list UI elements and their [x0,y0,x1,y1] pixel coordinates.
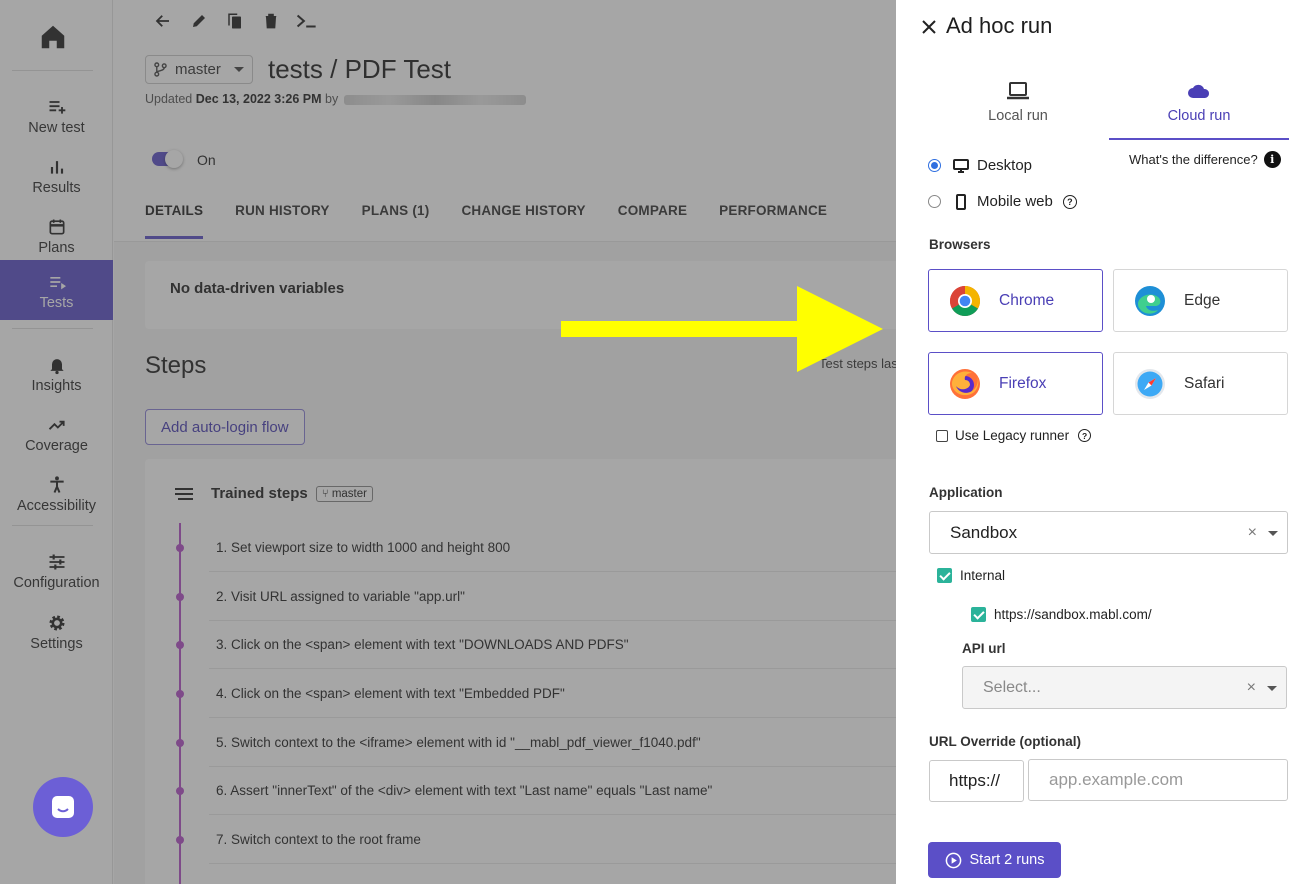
ad-hoc-run-panel: Ad hoc run Local run Cloud run What's th… [896,0,1314,884]
url-override-label: URL Override (optional) [929,734,1082,749]
close-icon[interactable] [920,18,938,36]
internal-url-checkbox[interactable] [971,607,986,622]
radio-mobile-web[interactable]: Mobile web ? [928,193,1077,210]
browser-label: Firefox [999,374,1047,392]
api-url-placeholder: Select... [983,678,1041,696]
tab-local-run[interactable]: Local run [928,80,1108,140]
internal-url-option[interactable]: https://sandbox.mabl.com/ [971,607,1152,622]
legacy-runner-checkbox[interactable] [936,429,948,442]
internal-checkbox[interactable] [937,568,952,583]
url-override-input[interactable]: app.example.com [1028,759,1288,801]
browser-label: Safari [1184,374,1225,392]
cloud-icon [1188,84,1210,98]
chrome-icon [949,285,981,316]
laptop-icon [1007,82,1029,100]
api-url-label: API url [962,641,1006,656]
browser-safari[interactable]: Safari [1113,352,1288,415]
chevron-down-icon [1268,531,1278,536]
chat-launcher-button[interactable] [33,777,93,837]
mobile-icon [956,193,966,210]
internal-option[interactable]: Internal [937,568,1005,583]
legacy-runner-option[interactable]: Use Legacy runner ? [936,428,1092,443]
play-circle-icon [945,852,961,868]
internal-url-label: https://sandbox.mabl.com/ [994,607,1152,622]
difference-text: What's the difference? [1129,152,1258,167]
desktop-icon [953,158,969,173]
legacy-runner-label: Use Legacy runner [955,428,1070,443]
start-runs-label: Start 2 runs [969,852,1045,868]
url-protocol-select[interactable]: https:// [929,760,1024,802]
clear-icon[interactable]: × [1248,524,1257,542]
application-select[interactable]: Sandbox × [929,511,1288,554]
browser-label: Chrome [999,291,1055,309]
help-icon[interactable]: ? [1062,194,1077,209]
application-label: Application [929,485,1003,500]
radio-desktop[interactable]: Desktop [928,157,1032,174]
whats-the-difference-link[interactable]: What's the difference? i [1129,151,1281,168]
browser-firefox[interactable]: Firefox [928,352,1103,415]
chat-icon [52,796,74,818]
radio-label: Mobile web [977,193,1053,210]
help-icon[interactable]: ? [1078,429,1092,442]
tab-label: Cloud run [1167,108,1231,124]
browser-chrome[interactable]: Chrome [928,269,1103,332]
start-runs-button[interactable]: Start 2 runs [928,842,1061,878]
firefox-icon [950,368,980,399]
panel-title: Ad hoc run [946,13,1053,38]
chevron-down-icon [1267,686,1277,691]
radio-label: Desktop [977,157,1033,174]
browser-edge[interactable]: Edge [1113,269,1288,332]
annotation-arrow-icon [561,286,883,372]
info-icon: i [1263,151,1281,168]
browser-label: Edge [1184,291,1221,309]
application-value: Sandbox [950,522,1018,542]
tab-cloud-run[interactable]: Cloud run [1109,80,1289,140]
radio-button[interactable] [928,159,941,172]
api-url-select[interactable]: Select... × [962,666,1287,709]
clear-icon[interactable]: × [1247,679,1256,697]
safari-icon [1135,368,1165,399]
edge-icon [1135,285,1165,316]
modal-backdrop[interactable] [0,0,896,884]
browsers-label: Browsers [929,237,991,252]
radio-button[interactable] [928,195,941,208]
tab-label: Local run [988,108,1048,124]
internal-label: Internal [960,568,1006,583]
